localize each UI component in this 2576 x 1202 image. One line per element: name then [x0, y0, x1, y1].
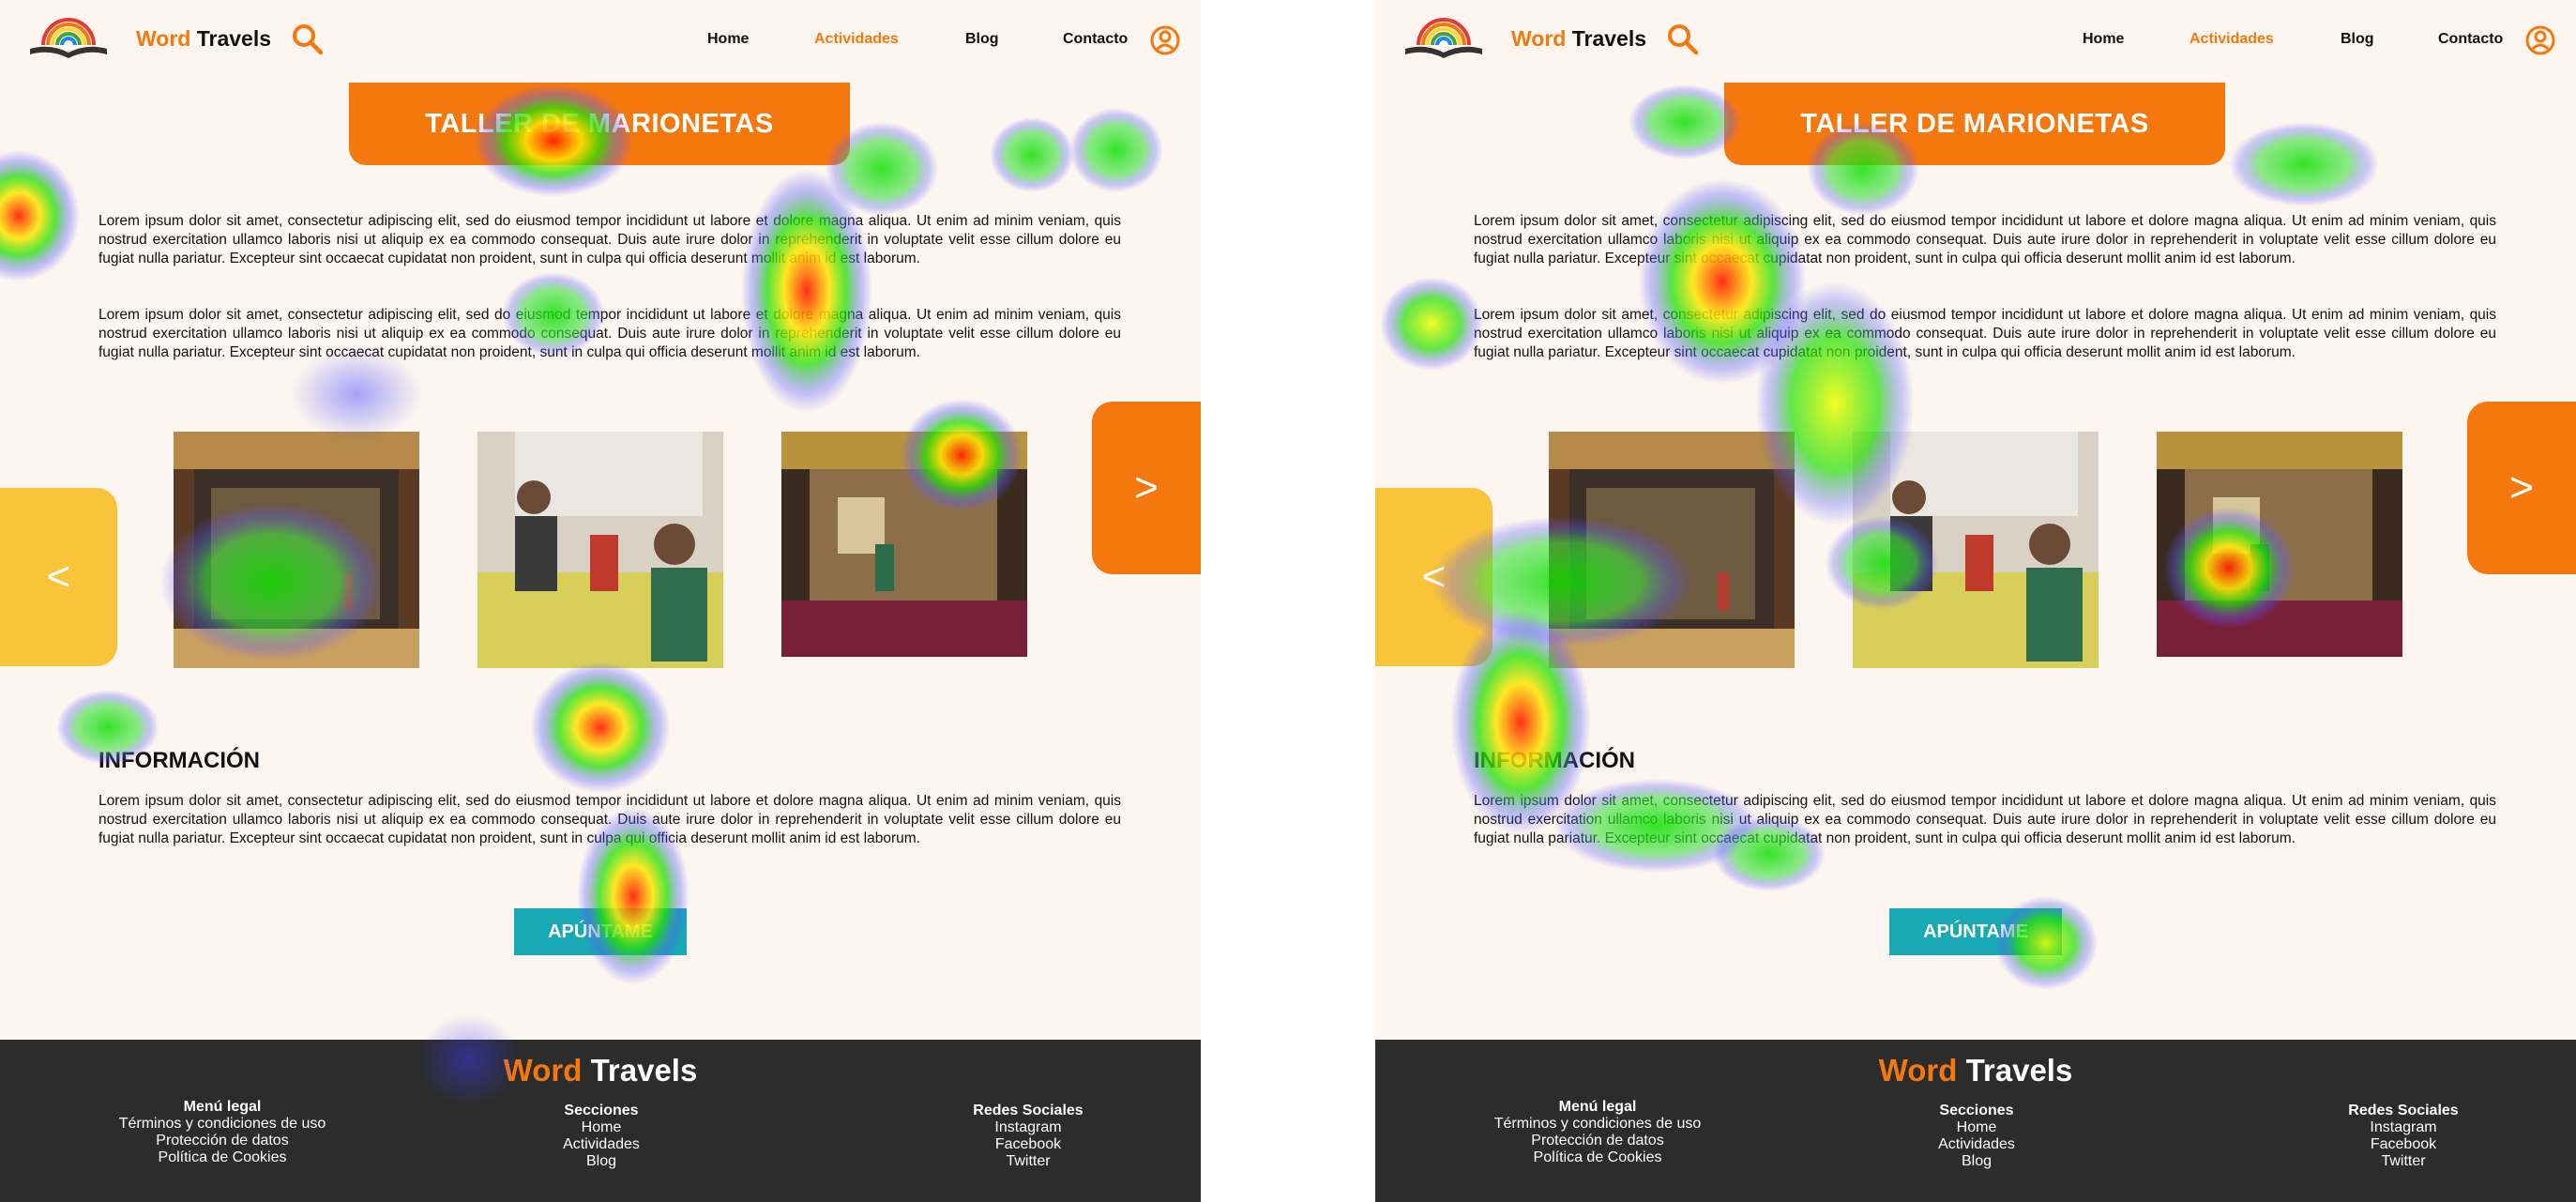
page-title: TALLER DE MARIONETAS	[1800, 108, 2149, 139]
nav-contacto[interactable]: Contacto	[2438, 31, 2503, 48]
chevron-left-icon: <	[1421, 554, 1447, 600]
chevron-right-icon: >	[1134, 464, 1159, 510]
site-header: Word Travels Home Actividades Blog Conta…	[0, 0, 1201, 83]
carousel-photo-puppet-theatre-2[interactable]	[781, 432, 1027, 657]
footer-legal-menu: Menú legal Términos y condiciones de uso…	[82, 1099, 363, 1166]
footer-social-menu: Redes Sociales Instagram Facebook Twitte…	[2263, 1103, 2544, 1170]
carousel-next-button[interactable]: >	[2467, 402, 2576, 574]
carousel-photo-puppet-theatre-1[interactable]	[1549, 432, 1795, 668]
footer-link-cookies[interactable]: Política de Cookies	[82, 1149, 363, 1166]
nav-blog[interactable]: Blog	[2341, 31, 2374, 48]
info-paragraph: Lorem ipsum dolor sit amet, consectetur …	[98, 793, 1121, 846]
site-header: Word Travels Home Actividades Blog Conta…	[1375, 0, 2576, 83]
page-title: TALLER DE MARIONETAS	[425, 108, 774, 139]
carousel-photo-children-puppets[interactable]	[477, 432, 723, 668]
footer-link-terms[interactable]: Términos y condiciones de uso	[1457, 1116, 1738, 1133]
footer-link-home[interactable]: Home	[461, 1119, 742, 1136]
nav-actividades[interactable]: Actividades	[814, 31, 899, 48]
footer-link-home[interactable]: Home	[1836, 1119, 2117, 1136]
user-account-icon[interactable]	[2525, 25, 2555, 55]
footer-legal-menu: Menú legal Términos y condiciones de uso…	[1457, 1099, 1738, 1166]
signup-button[interactable]: APÚNTAME	[514, 908, 687, 955]
footer-link-terms[interactable]: Términos y condiciones de uso	[82, 1116, 363, 1133]
heatmap-panel-right: Word Travels Home Actividades Blog Conta…	[1375, 0, 2576, 1202]
footer-brand: Word Travels	[1878, 1053, 2073, 1088]
intro-paragraph-1: Lorem ipsum dolor sit amet, consectetur …	[1474, 213, 2496, 266]
search-icon[interactable]	[291, 23, 325, 56]
nav-actividades[interactable]: Actividades	[2190, 31, 2274, 48]
carousel-next-button[interactable]: >	[1092, 402, 1201, 574]
page-title-banner: TALLER DE MARIONETAS	[349, 83, 850, 165]
footer-link-actividades[interactable]: Actividades	[461, 1136, 742, 1153]
search-icon[interactable]	[1666, 23, 1700, 56]
footer-social-menu: Redes Sociales Instagram Facebook Twitte…	[887, 1103, 1169, 1170]
heatmap-panel-left: Word Travels Home Actividades Blog Conta…	[0, 0, 1201, 1202]
footer-legal-title: Menú legal	[183, 1099, 262, 1115]
footer-link-twitter[interactable]: Twitter	[887, 1153, 1169, 1170]
nav-home[interactable]: Home	[2083, 31, 2124, 48]
footer-link-actividades[interactable]: Actividades	[1836, 1136, 2117, 1153]
footer-link-cookies[interactable]: Política de Cookies	[1457, 1149, 1738, 1166]
info-heading: INFORMACIÓN	[1474, 748, 1635, 773]
footer-social-title: Redes Sociales	[973, 1103, 1083, 1118]
footer-sections-menu: Secciones Home Actividades Blog	[461, 1103, 742, 1170]
intro-paragraph-2: Lorem ipsum dolor sit amet, consectetur …	[98, 307, 1121, 360]
footer-sections-menu: Secciones Home Actividades Blog	[1836, 1103, 2117, 1170]
brand-name[interactable]: Word Travels	[1511, 26, 1646, 52]
intro-paragraph-1: Lorem ipsum dolor sit amet, consectetur …	[98, 213, 1121, 266]
nav-contacto[interactable]: Contacto	[1063, 31, 1128, 48]
nav-home[interactable]: Home	[707, 31, 749, 48]
footer-brand: Word Travels	[503, 1053, 698, 1088]
rainbow-book-logo-icon	[30, 18, 107, 58]
chevron-right-icon: >	[2509, 464, 2534, 510]
rainbow-book-logo-icon	[1405, 18, 1482, 58]
footer-link-data-protection[interactable]: Protección de datos	[1457, 1133, 1738, 1149]
carousel-prev-button[interactable]: <	[1375, 488, 1493, 666]
carousel-photo-puppet-theatre-2[interactable]	[2157, 432, 2402, 657]
footer-link-blog[interactable]: Blog	[461, 1153, 742, 1170]
carousel-photo-children-puppets[interactable]	[1853, 432, 2099, 668]
footer-link-blog[interactable]: Blog	[1836, 1153, 2117, 1170]
footer-link-twitter[interactable]: Twitter	[2263, 1153, 2544, 1170]
user-account-icon[interactable]	[1150, 25, 1180, 55]
footer-link-facebook[interactable]: Facebook	[887, 1136, 1169, 1153]
site-footer: Word Travels Menú legal Términos y condi…	[1375, 1040, 2576, 1202]
footer-legal-title: Menú legal	[1558, 1099, 1637, 1115]
footer-link-instagram[interactable]: Instagram	[2263, 1119, 2544, 1136]
info-heading: INFORMACIÓN	[98, 748, 260, 773]
footer-link-instagram[interactable]: Instagram	[887, 1119, 1169, 1136]
carousel-prev-button[interactable]: <	[0, 488, 117, 666]
chevron-left-icon: <	[46, 554, 71, 600]
page-title-banner: TALLER DE MARIONETAS	[1724, 83, 2225, 165]
intro-paragraph-2: Lorem ipsum dolor sit amet, consectetur …	[1474, 307, 2496, 360]
signup-button[interactable]: APÚNTAME	[1889, 908, 2062, 955]
site-footer: Word Travels Menú legal Términos y condi…	[0, 1040, 1201, 1202]
footer-sections-title: Secciones	[564, 1103, 639, 1118]
carousel-photo-puppet-theatre-1[interactable]	[174, 432, 419, 668]
footer-sections-title: Secciones	[1939, 1103, 2014, 1118]
footer-link-facebook[interactable]: Facebook	[2263, 1136, 2544, 1153]
footer-link-data-protection[interactable]: Protección de datos	[82, 1133, 363, 1149]
nav-blog[interactable]: Blog	[965, 31, 999, 48]
info-paragraph: Lorem ipsum dolor sit amet, consectetur …	[1474, 793, 2496, 846]
brand-name[interactable]: Word Travels	[136, 26, 271, 52]
footer-social-title: Redes Sociales	[2348, 1103, 2459, 1118]
